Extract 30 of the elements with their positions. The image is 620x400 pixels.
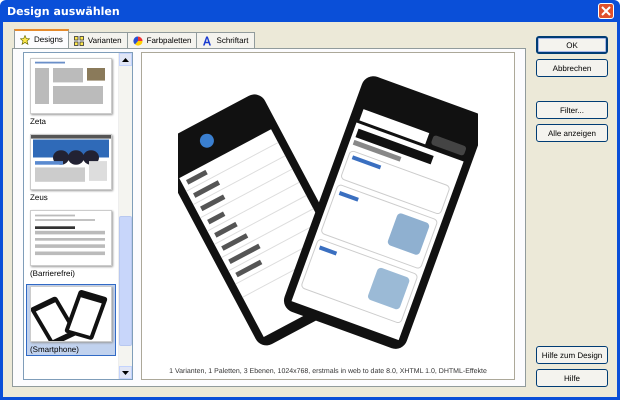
down-arrow-icon (122, 370, 129, 374)
design-name: (Barrierefrei) (30, 269, 75, 278)
close-button[interactable] (598, 3, 614, 19)
design-item[interactable]: (Smartphone) (26, 284, 116, 356)
window-title: Design auswählen (7, 4, 120, 18)
tab[interactable]: Designs (14, 29, 69, 48)
dialog-button[interactable]: Hilfe (536, 369, 608, 387)
scroll-up-button[interactable] (119, 53, 132, 66)
design-list[interactable]: Zeta Zeus (Barrierefrei) (Smartphone) (23, 52, 133, 380)
tab[interactable]: Varianten (68, 32, 128, 48)
tab[interactable]: Schriftart (196, 32, 254, 48)
dialog-button[interactable]: Alle anzeigen (536, 124, 608, 142)
grid-icon (74, 36, 84, 46)
design-item[interactable]: Zeta (26, 56, 116, 128)
design-item[interactable]: (Barrierefrei) (26, 208, 116, 280)
design-name: Zeus (30, 193, 48, 202)
dialog-button[interactable]: Hilfe zum Design (536, 346, 608, 364)
design-item[interactable]: Zeus (26, 132, 116, 204)
color-wheel-icon (132, 36, 143, 46)
dialog-button[interactable]: Abbrechen (536, 59, 608, 77)
up-arrow-icon (122, 58, 129, 62)
scroll-down-button[interactable] (119, 366, 132, 379)
design-name: Zeta (30, 117, 46, 126)
dialog-button[interactable]: OK (536, 36, 608, 54)
dialog-button[interactable]: Filter... (536, 101, 608, 119)
letter-a-icon (202, 36, 212, 46)
scrollbar-thumb[interactable] (119, 216, 132, 346)
star-icon (20, 34, 30, 44)
tab[interactable]: Farbpaletten (126, 32, 198, 48)
design-name: (Smartphone) (30, 345, 79, 354)
